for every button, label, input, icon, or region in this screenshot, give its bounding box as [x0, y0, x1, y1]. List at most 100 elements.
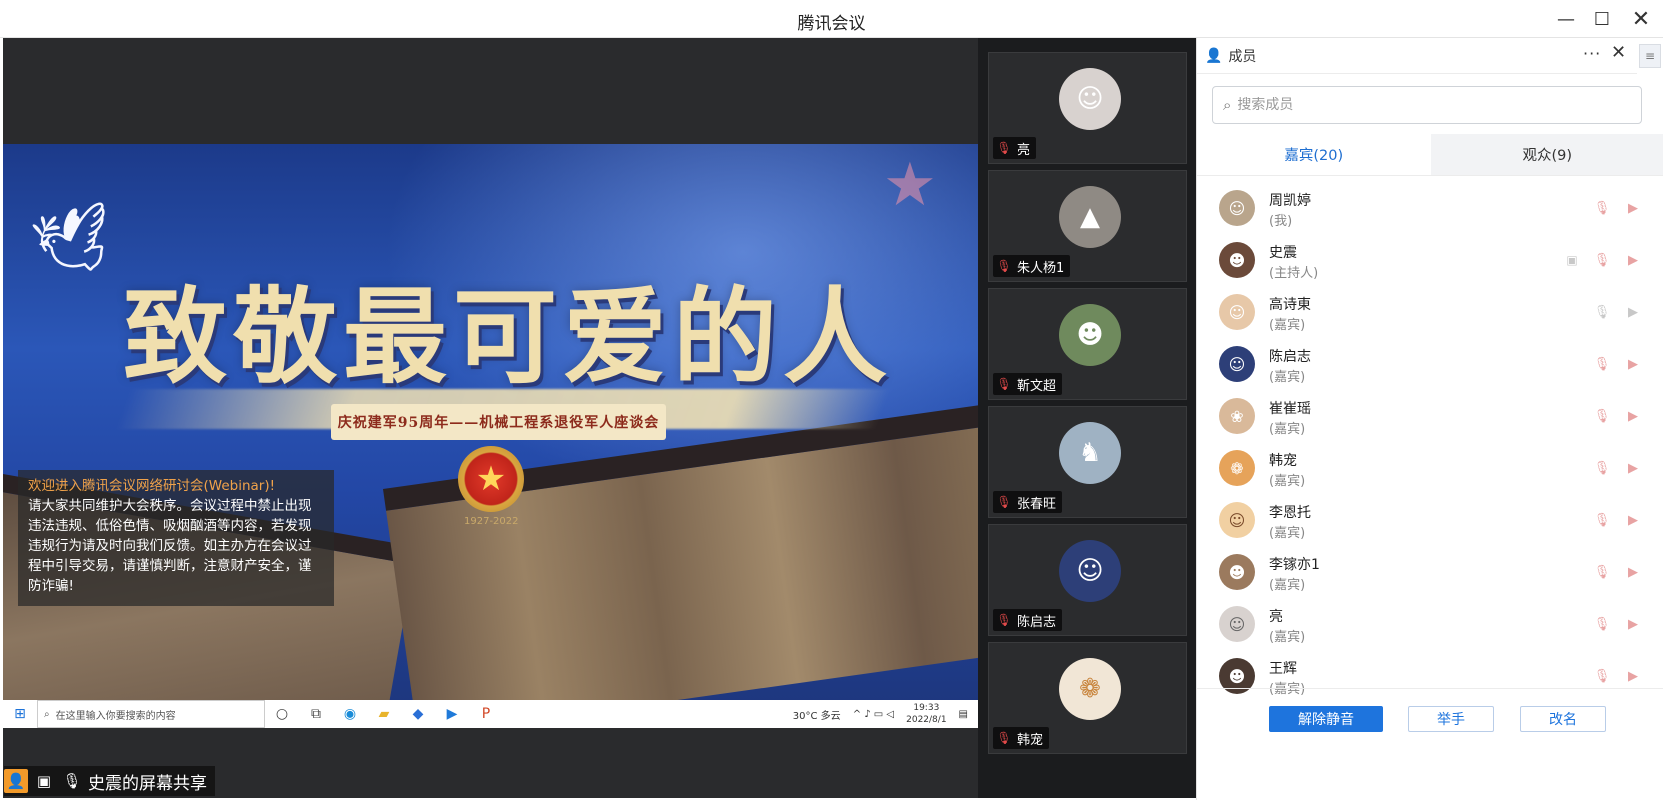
list-item[interactable]: ☻ 史震 (主持人) ▣ 🎙 ▶	[1197, 236, 1663, 288]
mic-off-icon: 🎙	[62, 772, 82, 790]
camera-off-icon[interactable]: ▶	[1622, 666, 1644, 686]
star-decoration-icon: ★	[883, 150, 937, 220]
tab-guests[interactable]: 嘉宾(20)	[1197, 134, 1431, 175]
file-explorer-icon: ▰	[378, 706, 390, 722]
camera-off-icon[interactable]: ▶	[1622, 250, 1644, 270]
member-actions: 🎙 ▶	[1592, 302, 1644, 322]
member-role: (嘉宾)	[1269, 422, 1306, 437]
member-list[interactable]: ☺ 周凯婷 (我) 🎙 ▶ ☻ 史震 (主持人) ▣ 🎙 ▶ ☺ 高诗東 (嘉宾…	[1197, 184, 1663, 704]
avatar: ❀	[1219, 398, 1255, 434]
camera-off-icon[interactable]: ▶	[1622, 198, 1644, 218]
camera-off-icon[interactable]: ▶	[1622, 614, 1644, 634]
member-name: 李镓亦1	[1269, 557, 1320, 573]
avatar: ☻	[1219, 242, 1255, 278]
video-tile-label: 亮	[1017, 142, 1031, 158]
window-title: 腾讯会议	[797, 14, 866, 34]
video-tile-name: 🎙 张春旺	[993, 491, 1063, 513]
avatar: ☻	[1059, 304, 1121, 366]
main-video-stage[interactable]: ★ 🕊 致敬最可爱的人 庆祝建军95周年——机械工程系退役军人座谈会 ★ 192…	[3, 38, 978, 798]
meeting-app-icon: ◆	[412, 706, 424, 722]
mic-off-icon[interactable]: 🎙	[1592, 458, 1612, 478]
video-tile-label: 张春旺	[1017, 496, 1057, 512]
close-window-button[interactable]: ✕	[1627, 6, 1655, 32]
raise-hand-button[interactable]: 举手	[1408, 706, 1494, 732]
screen-share-icon: ▣	[1566, 253, 1578, 267]
avatar: ☺	[1219, 502, 1255, 538]
video-tile[interactable]: ☺ 🎙 亮	[988, 52, 1187, 164]
video-strip[interactable]: ☺ 🎙 亮 ▲ 🎙 朱人杨1 ☻ 🎙 靳文超 ♞ 🎙 张春旺 ☺ 🎙 陈启志 ❁…	[978, 38, 1196, 798]
mic-off-icon[interactable]: 🎙	[1592, 562, 1612, 582]
video-tile[interactable]: ♞ 🎙 张春旺	[988, 406, 1187, 518]
media-icon: ▶	[446, 706, 458, 722]
video-tile-label: 朱人杨1	[1017, 260, 1065, 276]
mic-off-icon: 🎙	[996, 259, 1012, 273]
share-label: 史震的屏幕共享	[88, 773, 207, 794]
screen-share-icon: ▣	[36, 772, 52, 790]
tab-audience[interactable]: 观众(9)	[1430, 134, 1663, 175]
panel-menu-icon[interactable]: ≡	[1639, 44, 1661, 68]
shared-taskbar: ⊞ ⌕ 在这里输入你要搜索的内容 ○ ⧉ ◉ ▰ ◆ ▶ P 30°C 多云 ^…	[3, 700, 978, 728]
army-emblem-icon: ★	[458, 446, 524, 512]
camera-off-icon[interactable]: ▶	[1622, 458, 1644, 478]
list-item[interactable]: ☻ 李镓亦1 (嘉宾) 🎙 ▶	[1197, 548, 1663, 600]
slide-ribbon: 庆祝建军95周年——机械工程系退役军人座谈会	[331, 404, 666, 440]
maximize-button[interactable]: ☐	[1588, 6, 1616, 32]
mic-off-icon: 🎙	[996, 141, 1012, 155]
video-tile[interactable]: ❁ 🎙 韩宠	[988, 642, 1187, 754]
mic-off-icon[interactable]: 🎙	[1592, 406, 1612, 426]
shared-taskbar-search-text: 在这里输入你要搜索的内容	[55, 710, 176, 722]
windows-start-icon: ⊞	[14, 706, 26, 722]
mic-off-icon[interactable]: 🎙	[1592, 614, 1612, 634]
member-actions: 🎙 ▶	[1592, 666, 1644, 686]
mic-icon[interactable]: 🎙	[1592, 302, 1612, 322]
list-item[interactable]: ☺ 高诗東 (嘉宾) 🎙 ▶	[1197, 288, 1663, 340]
video-tile-label: 韩宠	[1017, 732, 1044, 748]
member-search[interactable]: ⌕	[1212, 86, 1642, 124]
member-role: (主持人)	[1269, 266, 1319, 281]
camera-off-icon[interactable]: ▶	[1622, 510, 1644, 530]
video-tile[interactable]: ☻ 🎙 靳文超	[988, 288, 1187, 400]
tray-date: 2022/8/1	[906, 715, 947, 725]
dove-icon: 🕊	[26, 197, 122, 287]
member-role: (嘉宾)	[1269, 630, 1306, 645]
list-item[interactable]: ❀ 崔崔瑶 (嘉宾) 🎙 ▶	[1197, 392, 1663, 444]
list-item[interactable]: ☺ 亮 (嘉宾) 🎙 ▶	[1197, 600, 1663, 652]
unmute-button[interactable]: 解除静音	[1269, 706, 1383, 732]
member-name: 韩宠	[1269, 453, 1297, 469]
camera-off-icon[interactable]: ▶	[1622, 354, 1644, 374]
avatar: ☺	[1059, 540, 1121, 602]
minimize-button[interactable]: —	[1552, 6, 1580, 32]
member-actions: 🎙 ▶	[1592, 406, 1644, 426]
avatar: ☺	[1059, 68, 1121, 130]
notice-body: 请大家共同维护大会秩序。会议过程中禁止出现违法违规、低俗色情、吸烟酗酒等内容，若…	[28, 498, 312, 594]
video-tile-name: 🎙 陈启志	[993, 609, 1063, 631]
camera-icon[interactable]: ▶	[1622, 302, 1644, 322]
avatar: ☻	[1219, 554, 1255, 590]
mic-off-icon[interactable]: 🎙	[1592, 198, 1612, 218]
mic-off-icon[interactable]: 🎙	[1592, 666, 1612, 686]
search-icon: ⌕	[44, 708, 50, 720]
member-search-input[interactable]	[1237, 97, 1618, 113]
rename-button[interactable]: 改名	[1520, 706, 1606, 732]
close-panel-button[interactable]: ✕	[1611, 42, 1626, 63]
mic-off-icon[interactable]: 🎙	[1592, 510, 1612, 530]
list-item[interactable]: ❁ 韩宠 (嘉宾) 🎙 ▶	[1197, 444, 1663, 496]
task-view-icon: ⧉	[311, 706, 321, 722]
list-item[interactable]: ☺ 陈启志 (嘉宾) 🎙 ▶	[1197, 340, 1663, 392]
search-icon: ⌕	[1223, 96, 1232, 114]
member-actions: 🎙 ▶	[1592, 614, 1644, 634]
list-item[interactable]: ☺ 周凯婷 (我) 🎙 ▶	[1197, 184, 1663, 236]
avatar: ❁	[1059, 658, 1121, 720]
video-tile-label: 陈启志	[1017, 614, 1057, 630]
mic-off-icon[interactable]: 🎙	[1592, 354, 1612, 374]
more-options-button[interactable]: ···	[1583, 44, 1601, 63]
camera-off-icon[interactable]: ▶	[1622, 406, 1644, 426]
video-tile[interactable]: ▲ 🎙 朱人杨1	[988, 170, 1187, 282]
video-tile[interactable]: ☺ 🎙 陈启志	[988, 524, 1187, 636]
camera-off-icon[interactable]: ▶	[1622, 562, 1644, 582]
screen-share-content: ★ 🕊 致敬最可爱的人 庆祝建军95周年——机械工程系退役军人座谈会 ★ 192…	[3, 144, 978, 728]
panel-footer	[1197, 688, 1663, 800]
mic-off-icon[interactable]: 🎙	[1592, 250, 1612, 270]
list-item[interactable]: ☺ 李恩托 (嘉宾) 🎙 ▶	[1197, 496, 1663, 548]
slide-headline: 致敬最可爱的人	[123, 275, 894, 398]
